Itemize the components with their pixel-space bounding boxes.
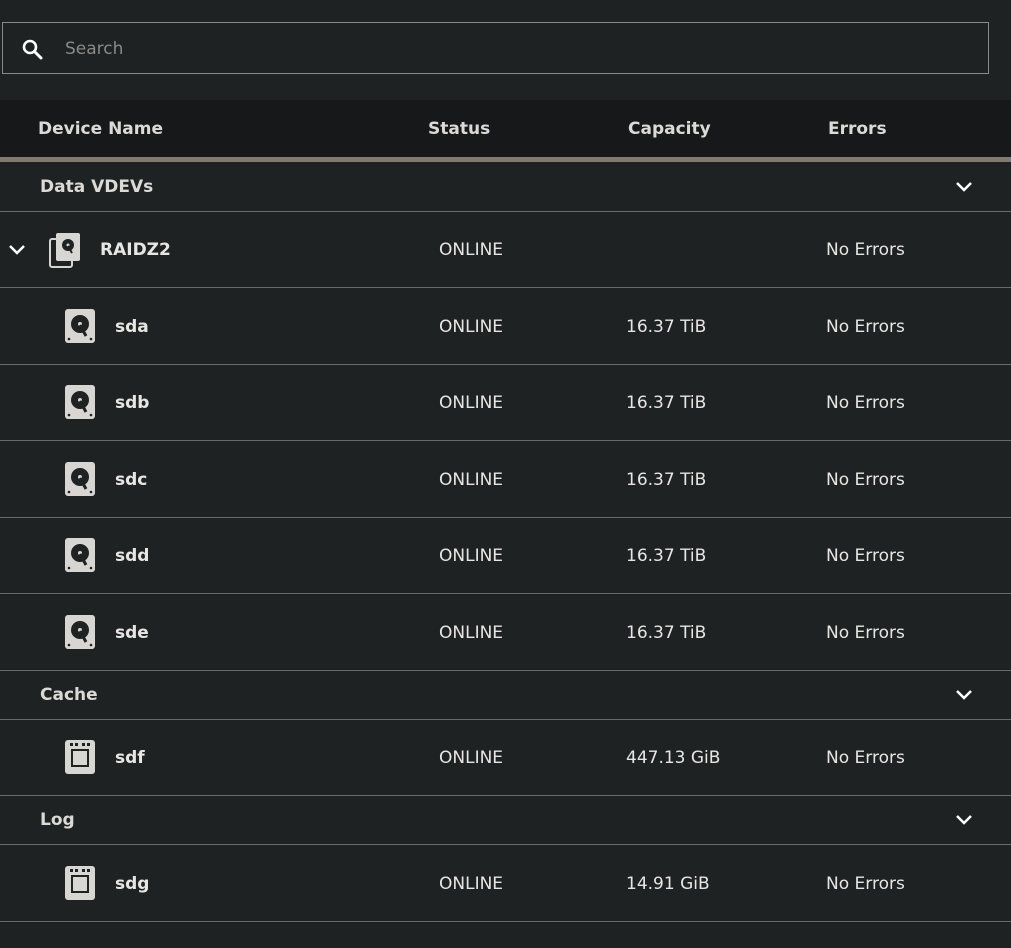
disk-row[interactable]: sdb ONLINE 16.37 TiB No Errors bbox=[0, 365, 1011, 441]
search-icon bbox=[22, 39, 43, 60]
disk-name: sdc bbox=[115, 470, 148, 490]
disk-status: ONLINE bbox=[439, 470, 504, 490]
disk-capacity: 16.37 TiB bbox=[626, 393, 707, 413]
disk-name: sda bbox=[115, 317, 149, 337]
section-title: Data VDEVs bbox=[40, 177, 154, 197]
disk-capacity: 16.37 TiB bbox=[626, 546, 707, 566]
raidz-icon bbox=[49, 233, 80, 268]
search-area bbox=[0, 0, 1011, 100]
disk-row[interactable]: sde ONLINE 16.37 TiB No Errors bbox=[0, 594, 1011, 671]
disk-row[interactable]: sdg ONLINE 14.91 GiB No Errors bbox=[0, 845, 1011, 922]
table-header: Device Name Status Capacity Errors bbox=[0, 100, 1011, 157]
ssd-icon bbox=[65, 866, 95, 900]
column-header-device-name[interactable]: Device Name bbox=[38, 119, 163, 139]
hdd-icon bbox=[65, 385, 95, 419]
chevron-down-icon[interactable] bbox=[7, 240, 27, 260]
disk-errors: No Errors bbox=[826, 874, 905, 894]
hdd-icon bbox=[65, 462, 95, 496]
hdd-icon bbox=[65, 538, 95, 572]
section-header-data-vdevs[interactable]: Data VDEVs bbox=[0, 162, 1011, 212]
column-header-status[interactable]: Status bbox=[428, 119, 490, 139]
disk-errors: No Errors bbox=[826, 546, 905, 566]
disk-capacity: 447.13 GiB bbox=[626, 748, 721, 768]
disk-status: ONLINE bbox=[439, 546, 504, 566]
disk-capacity: 16.37 TiB bbox=[626, 317, 707, 337]
column-header-errors[interactable]: Errors bbox=[828, 119, 887, 139]
section-header-cache[interactable]: Cache bbox=[0, 671, 1011, 720]
disk-status: ONLINE bbox=[439, 748, 504, 768]
section-title: Cache bbox=[40, 685, 98, 705]
disk-name: sdf bbox=[115, 748, 145, 768]
disk-row[interactable]: sdd ONLINE 16.37 TiB No Errors bbox=[0, 518, 1011, 594]
disk-capacity: 16.37 TiB bbox=[626, 470, 707, 490]
chevron-down-icon[interactable] bbox=[954, 685, 974, 705]
chevron-down-icon[interactable] bbox=[954, 810, 974, 830]
disk-name: sdg bbox=[115, 874, 150, 894]
vdev-row[interactable]: RAIDZ2 ONLINE No Errors bbox=[0, 212, 1011, 288]
disk-status: ONLINE bbox=[439, 393, 504, 413]
disk-capacity: 14.91 GiB bbox=[626, 874, 710, 894]
disk-status: ONLINE bbox=[439, 874, 504, 894]
disk-errors: No Errors bbox=[826, 623, 905, 643]
disk-row[interactable]: sdf ONLINE 447.13 GiB No Errors bbox=[0, 720, 1011, 796]
disk-capacity: 16.37 TiB bbox=[626, 623, 707, 643]
disk-errors: No Errors bbox=[826, 317, 905, 337]
ssd-icon bbox=[65, 740, 95, 774]
disk-row[interactable]: sda ONLINE 16.37 TiB No Errors bbox=[0, 288, 1011, 365]
chevron-down-icon[interactable] bbox=[954, 177, 974, 197]
search-box[interactable] bbox=[2, 22, 989, 74]
disk-row[interactable]: sdc ONLINE 16.37 TiB No Errors bbox=[0, 441, 1011, 518]
hdd-icon bbox=[65, 309, 95, 343]
disk-errors: No Errors bbox=[826, 393, 905, 413]
disk-errors: No Errors bbox=[826, 748, 905, 768]
disk-status: ONLINE bbox=[439, 623, 504, 643]
vdev-errors: No Errors bbox=[826, 240, 905, 260]
section-title: Log bbox=[40, 810, 75, 830]
disk-name: sdd bbox=[115, 546, 150, 566]
disk-errors: No Errors bbox=[826, 470, 905, 490]
section-header-log[interactable]: Log bbox=[0, 796, 1011, 845]
vdev-status: ONLINE bbox=[439, 240, 504, 260]
search-input[interactable] bbox=[63, 33, 967, 65]
disk-name: sde bbox=[115, 623, 149, 643]
hdd-icon bbox=[65, 615, 95, 649]
column-header-capacity[interactable]: Capacity bbox=[628, 119, 711, 139]
disk-status: ONLINE bbox=[439, 317, 504, 337]
vdev-name: RAIDZ2 bbox=[100, 240, 171, 260]
disk-name: sdb bbox=[115, 393, 150, 413]
